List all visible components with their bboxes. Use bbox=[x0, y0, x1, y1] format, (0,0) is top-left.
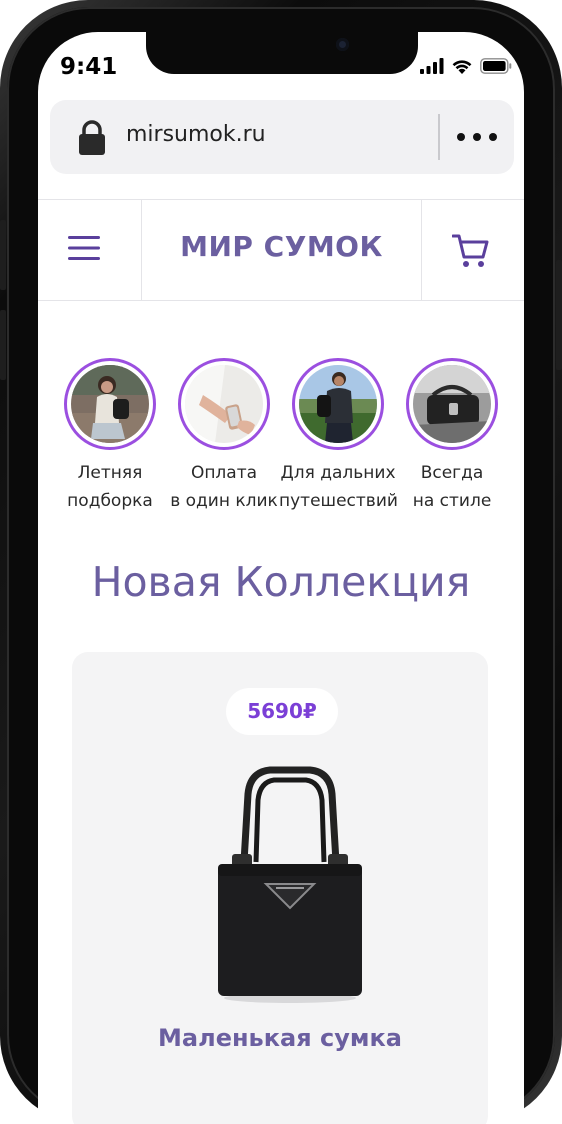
lock-icon bbox=[79, 120, 105, 155]
more-options-icon[interactable] bbox=[457, 133, 497, 141]
battery-icon bbox=[480, 58, 512, 74]
story-label: Всегда на стиле bbox=[412, 463, 492, 511]
story-label: Оплата в один клик bbox=[170, 463, 278, 511]
stories-row: Летняя подборка Оплата в один клик Для д… bbox=[38, 358, 524, 518]
status-time: 9:41 bbox=[60, 54, 118, 80]
screen: 9:41 mirsumok.ru МИР СУМОК Летняя подбор… bbox=[38, 32, 524, 1124]
story-summer-collection[interactable]: Летняя подборка bbox=[51, 358, 169, 515]
hamburger-menu-icon[interactable] bbox=[68, 233, 100, 263]
story-label: Летняя подборка bbox=[67, 463, 153, 511]
status-icons bbox=[420, 58, 512, 74]
wifi-icon bbox=[452, 60, 472, 74]
site-logo[interactable]: МИР СУМОК bbox=[142, 230, 421, 263]
story-ring bbox=[292, 358, 384, 450]
notch bbox=[146, 32, 418, 74]
volume-up-button bbox=[0, 220, 6, 290]
story-travel-image bbox=[299, 365, 377, 443]
section-title: Новая Коллекция bbox=[91, 558, 471, 606]
signal-icon bbox=[420, 58, 444, 74]
story-style-image bbox=[413, 365, 491, 443]
story-label: Для дальних путешествий bbox=[279, 463, 398, 511]
power-button bbox=[556, 260, 562, 370]
story-ring bbox=[178, 358, 270, 450]
volume-down-button bbox=[0, 310, 6, 380]
story-long-trips[interactable]: Для дальних путешествий bbox=[279, 358, 398, 515]
story-one-click-payment[interactable]: Оплата в один клик bbox=[165, 358, 283, 515]
product-name[interactable]: Маленькая сумка bbox=[72, 1024, 488, 1052]
price-badge: 5690₽ bbox=[226, 688, 338, 735]
story-payment-image bbox=[185, 365, 263, 443]
header-divider bbox=[421, 200, 422, 300]
story-ring bbox=[64, 358, 156, 450]
cart-icon[interactable] bbox=[452, 233, 490, 269]
story-always-stylish[interactable]: Всегда на стиле bbox=[393, 358, 511, 515]
url-divider bbox=[438, 114, 440, 160]
site-header: МИР СУМОК bbox=[38, 199, 524, 301]
story-summer-image bbox=[71, 365, 149, 443]
bag-image[interactable] bbox=[210, 766, 370, 1006]
product-card[interactable]: 5690₽ Маленькая сумка bbox=[72, 652, 488, 1124]
url-text[interactable]: mirsumok.ru bbox=[126, 122, 266, 147]
front-camera bbox=[336, 38, 349, 51]
story-ring bbox=[406, 358, 498, 450]
address-bar[interactable]: mirsumok.ru bbox=[50, 100, 514, 174]
